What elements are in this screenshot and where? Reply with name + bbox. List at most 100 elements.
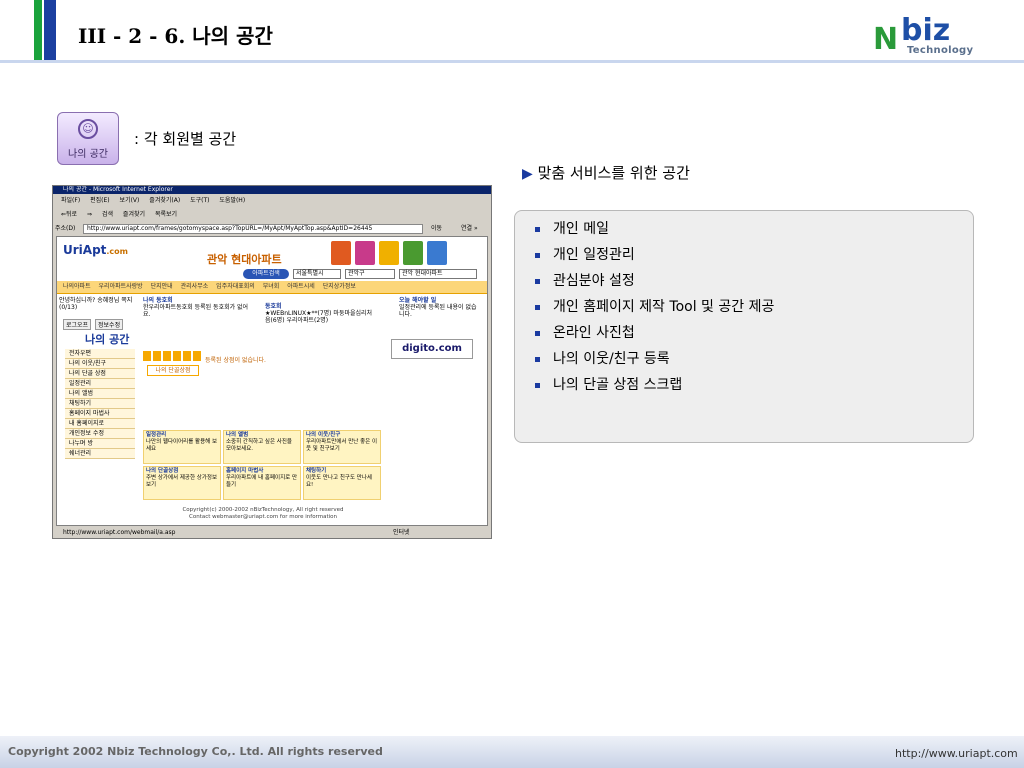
address-bar: 주소(D) http://www.uriapt.com/frames/gotom… xyxy=(53,223,491,235)
menu-edit[interactable]: 편집(E) xyxy=(90,197,110,204)
menu-help[interactable]: 도움말(H) xyxy=(219,197,245,204)
apartment-search-button[interactable]: 아파트검색 xyxy=(243,269,289,279)
nav-item[interactable]: 단지상가정보 xyxy=(323,283,356,290)
sidebar-item[interactable]: 나의 단골 상점 xyxy=(65,369,135,379)
sidebar-item[interactable]: 전자우편 xyxy=(65,349,135,359)
nav-item[interactable]: 입주자대표회의 xyxy=(216,283,255,290)
logo-technology: Technology xyxy=(907,45,974,56)
nav-item[interactable]: 아파트시세 xyxy=(287,283,315,290)
nav-item[interactable]: 단지안내 xyxy=(151,283,173,290)
info-icon[interactable] xyxy=(355,241,375,265)
menu-file[interactable]: 파일(F) xyxy=(61,197,80,204)
services-list: 개인 메일 개인 일정관리 관심분야 설정 개인 홈페이지 제작 Tool 및 … xyxy=(533,219,774,401)
grid-cell[interactable]: 일정관리 나만의 웹다이어리를 활용해 보세요 xyxy=(143,430,221,464)
menu-view[interactable]: 보기(V) xyxy=(120,197,140,204)
list-item: 개인 홈페이지 제작 Tool 및 공간 제공 xyxy=(533,297,774,323)
sidebar-item[interactable]: 나의 이웃/친구 xyxy=(65,359,135,369)
grid-cell[interactable]: 나의 앨범 소중히 간직하고 싶은 사진을 모아보세요. xyxy=(223,430,301,464)
nav-item[interactable]: 우리아파트사랑방 xyxy=(99,283,143,290)
edit-info-button[interactable]: 정보수정 xyxy=(95,319,124,330)
history-button[interactable]: 목록보기 xyxy=(155,211,177,218)
sidebar-item[interactable]: 홈페이지 마법사 xyxy=(65,409,135,419)
search-button[interactable]: 검색 xyxy=(102,211,113,218)
city-select[interactable]: 서울특별시 xyxy=(293,269,341,279)
site-main: 나의 동호회 한우리아파트동호회 등록된 동호회가 없어요. 동호회 ★WEBn… xyxy=(143,295,487,523)
go-button[interactable]: 이동 xyxy=(431,223,442,235)
apartment-search: 아파트검색 서울특별시 관악구 관악 현대아파트 xyxy=(243,269,483,279)
person-icon[interactable] xyxy=(427,241,447,265)
cart-icon[interactable] xyxy=(403,241,423,265)
list-item: 관심분야 설정 xyxy=(533,271,774,297)
sidebar-item[interactable]: 나의 앨범 xyxy=(65,389,135,399)
uriapt-logo[interactable]: UriApt.com xyxy=(63,243,128,257)
nav-item[interactable]: 나의아파트 xyxy=(63,283,91,290)
mail-icon[interactable] xyxy=(331,241,351,265)
club-box: 동호회 ★WEBnLINUX★**(7명) 마둥마을십리처음(6명) 우리아파트… xyxy=(265,303,375,324)
logout-button[interactable]: 로그오프 xyxy=(63,319,92,330)
address-input[interactable]: http://www.uriapt.com/frames/gotomyspace… xyxy=(83,224,423,234)
services-heading: ▶ 맞춤 서비스를 위한 공간 xyxy=(522,162,690,183)
apartment-name: 관악 현대아파트 xyxy=(207,253,282,266)
my-shop-tag[interactable]: 나의 단골상점 xyxy=(147,365,199,376)
sidebar-item[interactable]: 일정관리 xyxy=(65,379,135,389)
title-accent-green xyxy=(34,0,42,60)
grid-cell-body: 나만의 웹다이어리를 활용해 보세요 xyxy=(146,439,218,452)
back-button[interactable]: ⇐뒤로 xyxy=(61,211,77,218)
links-button[interactable]: 연결 » xyxy=(461,223,478,235)
nav-item[interactable]: 관리사무소 xyxy=(181,283,209,290)
browser-toolbar: ⇐뒤로 ⇒ 검색 즐겨찾기 목록보기 xyxy=(53,207,491,223)
status-zone: 인터넷 xyxy=(393,529,410,536)
footer-url[interactable]: http://www.uriapt.com xyxy=(895,747,1018,760)
grid-cell-body: 우리아파트만에서 만난 좋은 이웃 및 친구보기 xyxy=(306,439,378,452)
web-page: UriApt.com 관악 현대아파트 아파트검색 서울특별시 관악구 관악 현… xyxy=(56,236,488,526)
club-body: ★WEBnLINUX★**(7명) 마둥마을십리처음(6명) 우리아파트(2명) xyxy=(265,310,373,324)
page-title: III - 2 - 6. 나의 공간 xyxy=(78,24,273,48)
sidebar-item[interactable]: 개인정보 수정 xyxy=(65,429,135,439)
list-item: 개인 일정관리 xyxy=(533,245,774,271)
site-icon-strip xyxy=(331,241,481,267)
site-copyright-line1: Copyright(c) 2000-2002 nBizTechnology, A… xyxy=(182,507,344,513)
grid-cell-title: 나의 단골상점 xyxy=(146,468,179,474)
district-select[interactable]: 관악구 xyxy=(345,269,395,279)
grid-cell[interactable]: 홈페이지 마법사 우리아파트에 내 홈페이지로 만들기 xyxy=(223,466,301,500)
sidebar-item[interactable]: 나누며 방 xyxy=(65,439,135,449)
badge-description: : 각 회원별 공간 xyxy=(134,130,237,148)
grid-cell[interactable]: 나의 이웃/친구 우리아파트만에서 만난 좋은 이웃 및 친구보기 xyxy=(303,430,381,464)
nbiz-logo: N biz Technology xyxy=(873,14,983,58)
site-sidebar: 안녕하십니까? 송혜정님 쪽지(0/13) 로그오프 정보수정 나의 공간 전자… xyxy=(57,295,137,523)
sidebar-item[interactable]: 내 홈페이지로 xyxy=(65,419,135,429)
grid-cell-title: 채팅하기 xyxy=(306,468,327,474)
browser-title-bar: 나의 공간 - Microsoft Internet Explorer xyxy=(53,186,491,194)
today-box: 오늘 해야할 일 일정관리에 등록된 내용이 없습니다. xyxy=(399,297,479,318)
list-item: 나의 이웃/친구 등록 xyxy=(533,349,774,375)
sidebar-item[interactable]: 쉐너관리 xyxy=(65,449,135,459)
grid-cell[interactable]: 나의 단골상점 주변 상가에서 제공한 상가정보 보기 xyxy=(143,466,221,500)
sun-icon[interactable] xyxy=(379,241,399,265)
grid-cell-body: 주변 상가에서 제공한 상가정보 보기 xyxy=(146,475,218,488)
apartment-select[interactable]: 관악 현대아파트 xyxy=(399,269,477,279)
browser-status-bar: http://www.uriapt.com/webmail/a.asp 인터넷 xyxy=(53,527,491,538)
site-nav: 나의아파트 우리아파트사랑방 단지안내 관리사무소 입주자대표회의 부녀회 아파… xyxy=(57,281,487,294)
list-item: 개인 메일 xyxy=(533,219,774,245)
sidebar-item[interactable]: 채팅하기 xyxy=(65,399,135,409)
today-title: 오늘 해야할 일 xyxy=(399,297,437,304)
triangle-bullet-icon: ▶ xyxy=(522,166,533,182)
grid-cell-body: 소중히 간직하고 싶은 사진을 모아보세요. xyxy=(226,439,292,452)
community-body: 한우리아파트동호회 등록된 동호회가 없어요. xyxy=(143,304,249,318)
status-url: http://www.uriapt.com/webmail/a.asp xyxy=(63,529,176,536)
digito-banner[interactable]: digito.com xyxy=(391,339,473,359)
grid-cell-title: 일정관리 xyxy=(146,432,167,438)
grid-cell[interactable]: 채팅하기 이웃도 만나고 친구도 만나세요! xyxy=(303,466,381,500)
menu-tools[interactable]: 도구(T) xyxy=(190,197,209,204)
favorites-button[interactable]: 즐겨찾기 xyxy=(123,211,145,218)
menu-favorites[interactable]: 즐겨찾기(A) xyxy=(149,197,180,204)
grid-cell-title: 나의 앨범 xyxy=(226,432,249,438)
sidebar-title: 나의 공간 xyxy=(85,333,130,346)
grid-cell-body: 우리아파트에 내 홈페이지로 만들기 xyxy=(226,475,298,488)
list-item: 온라인 사진첩 xyxy=(533,323,774,349)
nav-item[interactable]: 부녀회 xyxy=(263,283,280,290)
footer-copyright: Copyright 2002 Nbiz Technology Co,. Ltd.… xyxy=(8,745,383,758)
sidebar-menu: 전자우편 나의 이웃/친구 나의 단골 상점 일정관리 나의 앨범 채팅하기 홈… xyxy=(65,349,135,459)
forward-button[interactable]: ⇒ xyxy=(87,211,92,218)
list-item: 나의 단골 상점 스크랩 xyxy=(533,375,774,401)
